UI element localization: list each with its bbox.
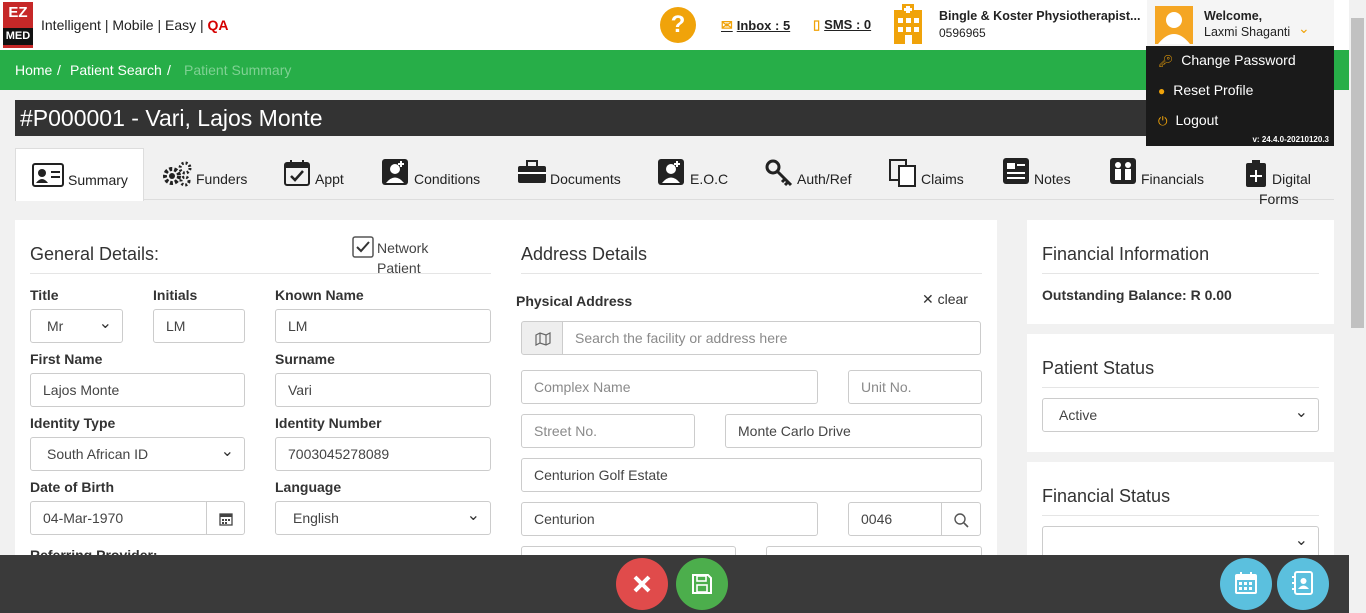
breadcrumb-patient-search[interactable]: Patient Search <box>70 62 162 78</box>
briefcase-icon <box>518 160 546 183</box>
tab-auth-ref[interactable]: Auth/Ref <box>765 148 860 200</box>
top-header: EZ MED Intelligent | Mobile | Easy | QA … <box>0 0 1366 50</box>
close-icon: ✕ <box>922 291 934 307</box>
avatar <box>1155 6 1193 44</box>
calendar-button[interactable] <box>206 501 245 535</box>
scrollbar-thumb[interactable] <box>1351 18 1364 328</box>
copy-icon <box>889 159 916 187</box>
postal-code-field[interactable]: 0046 <box>848 502 944 536</box>
identity-type-select[interactable]: South African ID <box>30 437 245 471</box>
gears-icon <box>163 161 192 187</box>
tab-eoc[interactable]: E.O.C <box>657 148 737 200</box>
hospital-icon <box>894 4 922 44</box>
tagline: Intelligent | Mobile | Easy | QA <box>41 17 229 33</box>
inbox-link[interactable]: ✉ Inbox : 5 <box>721 17 790 34</box>
financial-status-panel: Financial Status <box>1027 462 1334 560</box>
calendar-icon <box>219 513 233 526</box>
address-search-input[interactable]: Search the facility or address here <box>562 321 981 355</box>
tab-financials[interactable]: Financials <box>1109 148 1219 200</box>
street-number-field[interactable]: Street No. <box>521 414 695 448</box>
tab-documents[interactable]: Documents <box>517 148 637 200</box>
tab-summary[interactable]: Summary <box>15 148 144 201</box>
mobile-phone-icon: ▯ <box>813 17 821 32</box>
patient-title: #P000001 - Vari, Lajos Monte <box>15 100 1334 136</box>
save-button[interactable] <box>676 558 728 610</box>
user-menu-toggle[interactable]: Welcome, Laxmi Shaganti ⌄ <box>1147 0 1334 48</box>
breadcrumb-current: Patient Summary <box>184 62 292 78</box>
clear-address-button[interactable]: ✕ clear <box>922 291 968 308</box>
network-patient-checkbox[interactable] <box>352 236 374 258</box>
medical-user-icon <box>658 159 684 185</box>
contact-book-button[interactable] <box>1277 558 1329 610</box>
street-name-field[interactable]: Monte Carlo Drive <box>725 414 982 448</box>
unit-number-field[interactable]: Unit No. <box>848 370 982 404</box>
welcome-text: Welcome, Laxmi Shaganti <box>1204 9 1291 39</box>
menu-logout[interactable]: ⏻ Logout <box>1158 112 1218 129</box>
clipboard-plus-icon <box>1246 160 1266 187</box>
help-button[interactable]: ? <box>660 7 696 43</box>
map-button[interactable] <box>521 321 563 355</box>
first-name-field[interactable]: Lajos Monte <box>30 373 245 407</box>
initials-field[interactable]: LM <box>153 309 245 343</box>
menu-change-password[interactable]: 🔑︎ Change Password <box>1158 52 1296 68</box>
address-book-icon <box>1292 571 1313 595</box>
version-label: v: 24.4.0-20210120.3 <box>1252 135 1329 144</box>
floppy-disk-icon <box>692 574 712 594</box>
tab-claims[interactable]: Claims <box>889 148 974 200</box>
title-select[interactable]: Mr <box>30 309 123 343</box>
bottom-action-bar <box>0 555 1349 613</box>
breadcrumb-home[interactable]: Home <box>15 62 52 78</box>
financial-information-panel: Financial Information Outstanding Balanc… <box>1027 220 1334 324</box>
tab-funders[interactable]: Funders <box>162 148 262 200</box>
calendar-check-icon <box>284 160 310 186</box>
details-panel: General Details: Network Patient Title M… <box>15 220 997 580</box>
general-details-heading: General Details: <box>30 244 160 264</box>
known-name-field[interactable]: LM <box>275 309 491 343</box>
city-field[interactable]: Centurion <box>521 502 818 536</box>
map-icon <box>535 332 551 346</box>
user-circle-icon: ● <box>1158 84 1166 98</box>
patient-tabs: Summary Funders Appt Conditions Document… <box>15 148 1334 207</box>
postal-search-button[interactable] <box>941 502 981 536</box>
notes-icon <box>1003 158 1029 184</box>
medical-user-icon <box>382 159 408 185</box>
network-patient-label-line1: Network <box>377 240 429 256</box>
financials-icon <box>1110 158 1136 184</box>
language-select[interactable]: English <box>275 501 491 535</box>
id-card-icon <box>32 163 64 187</box>
key-icon: 🔑︎ <box>1158 54 1174 68</box>
patient-status-select[interactable]: Active <box>1042 398 1319 432</box>
ezmed-logo[interactable]: EZ MED <box>3 2 33 48</box>
date-of-birth-field[interactable]: 04-Mar-1970 <box>30 501 208 535</box>
close-icon <box>633 575 651 593</box>
practice-info: Bingle & Koster Physiotherapist... 05969… <box>939 9 1141 40</box>
tab-notes[interactable]: Notes <box>1002 148 1082 200</box>
outstanding-balance: Outstanding Balance: R 0.00 <box>1042 287 1232 303</box>
address-details-heading: Address Details <box>521 244 648 264</box>
power-icon: ⏻ <box>1158 114 1168 128</box>
envelope-icon: ✉ <box>721 17 733 33</box>
cancel-button[interactable] <box>616 558 668 610</box>
tab-digital-forms[interactable]: Digital Forms <box>1239 148 1334 210</box>
calendar-icon <box>1235 572 1257 594</box>
search-icon <box>954 513 969 528</box>
menu-reset-profile[interactable]: ● Reset Profile <box>1158 82 1253 98</box>
identity-number-field[interactable]: 7003045278089 <box>275 437 491 471</box>
sms-link[interactable]: ▯ SMS : 0 <box>813 17 871 33</box>
user-dropdown-menu: 🔑︎ Change Password ● Reset Profile ⏻ Logout… <box>1146 46 1334 146</box>
tab-appt[interactable]: Appt <box>283 148 353 200</box>
patient-status-panel: Patient Status Active <box>1027 334 1334 452</box>
calendar-shortcut-button[interactable] <box>1220 558 1272 610</box>
surname-field[interactable]: Vari <box>275 373 491 407</box>
suburb-field[interactable]: Centurion Golf Estate <box>521 458 982 492</box>
key-icon <box>765 159 793 187</box>
complex-name-field[interactable]: Complex Name <box>521 370 818 404</box>
tab-conditions[interactable]: Conditions <box>381 148 501 200</box>
chevron-down-icon: ⌄ <box>1298 20 1310 36</box>
